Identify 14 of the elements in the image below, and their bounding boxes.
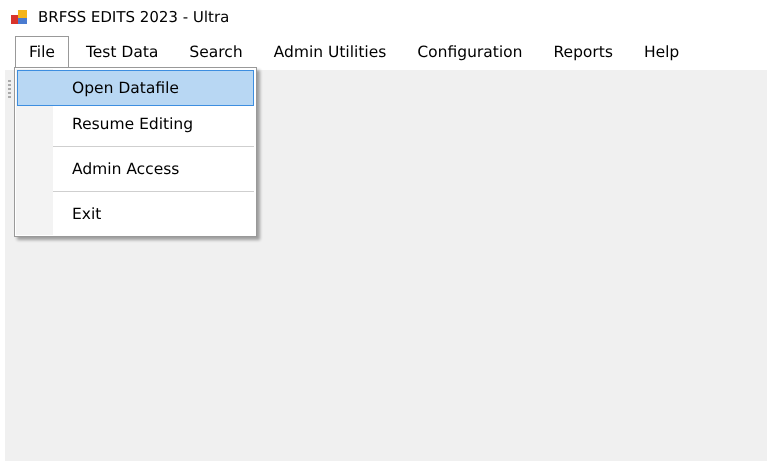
menu-item[interactable]: Help: [628, 36, 694, 68]
toolbar-grip: [8, 80, 11, 98]
menu-item[interactable]: Reports: [538, 36, 628, 68]
app-icon: [10, 8, 28, 26]
menu-option[interactable]: Exit: [17, 196, 254, 232]
menu-item[interactable]: Search: [174, 36, 258, 68]
menu-item[interactable]: Configuration: [402, 36, 538, 68]
menu-item[interactable]: Admin Utilities: [258, 36, 402, 68]
window-title: BRFSS EDITS 2023 - Ultra: [38, 8, 230, 26]
menu-option[interactable]: Open Datafile: [17, 70, 254, 106]
menu-item[interactable]: File: [15, 36, 69, 68]
menu-option[interactable]: Resume Editing: [17, 106, 254, 142]
menu-item[interactable]: Test Data: [70, 36, 174, 68]
menu-option[interactable]: Admin Access: [17, 151, 254, 187]
